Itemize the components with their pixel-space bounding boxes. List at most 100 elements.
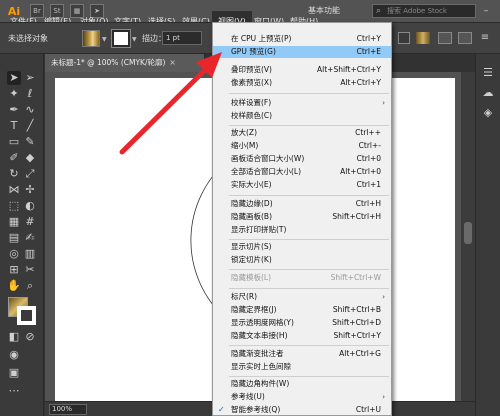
menu-item-show-live-paint-gaps[interactable]: 显示实时上色间隙 (213, 361, 391, 373)
none-color-icon[interactable]: ⊘ (23, 330, 37, 344)
menu-item-lock-slices[interactable]: 锁定切片(K) (213, 254, 391, 266)
mesh-icon[interactable]: # (23, 215, 37, 229)
selection-tool-icon[interactable]: ➤ (7, 71, 21, 85)
menu-separator (229, 288, 389, 289)
menu-item-guides[interactable]: 参考线(U) › (213, 391, 391, 403)
scrollbar-thumb[interactable] (464, 222, 472, 244)
close-icon[interactable]: × (169, 58, 175, 67)
menu-separator (229, 269, 389, 270)
direct-selection-tool-icon[interactable]: ➢ (23, 71, 37, 85)
menu-bar: Ai Br St ▦ ➤ 文件(F) 编辑(E) 对象(O) 文字(T) 选择(… (0, 0, 500, 33)
menu-item-smart-guides[interactable]: ✓ 智能参考线(Q) Ctrl+U (213, 404, 391, 416)
chevron-down-icon[interactable]: ▼ (102, 36, 108, 43)
width-icon[interactable]: ⋈ (7, 183, 21, 197)
menu-separator (229, 239, 389, 240)
curvature-icon[interactable]: ∿ (23, 103, 37, 117)
properties-icon[interactable]: ☰ (481, 66, 495, 80)
menu-item-hide-edges[interactable]: 隐藏边缘(D) Ctrl+H (213, 198, 391, 210)
panel-dock: ☰ ☁ ◈ (475, 54, 500, 416)
layers-icon[interactable]: ◈ (481, 106, 495, 120)
menu-item-show-slices[interactable]: 显示切片(S) (213, 241, 391, 253)
scale-icon[interactable]: ⤢ (23, 167, 37, 181)
menu-item-fit-artboard[interactable]: 画板适合窗口大小(W) Ctrl+0 (213, 153, 391, 165)
menu-item-zoom-out[interactable]: 缩小(M) Ctrl+- (213, 140, 391, 152)
menu-item-actual-size[interactable]: 实际大小(E) Ctrl+1 (213, 179, 391, 191)
stroke-color-swatch[interactable] (17, 306, 36, 325)
column-graph-icon[interactable]: ▥ (23, 247, 37, 261)
menu-item-rulers[interactable]: 标尺(R) › (213, 291, 391, 303)
menu-separator (229, 195, 389, 196)
fill-stroke-control[interactable] (8, 297, 36, 325)
shaper-icon[interactable]: ✐ (7, 151, 21, 165)
checkmark-icon: ✓ (218, 405, 225, 414)
menu-item-hide-text-threads[interactable]: 隐藏文本串接(H) Shift+Ctrl+Y (213, 330, 391, 342)
menu-item-show-print-tiling[interactable]: 显示打印拼贴(T) (213, 224, 391, 236)
pen-tool-icon[interactable]: ✒ (7, 103, 21, 117)
opacity-icon[interactable] (398, 32, 410, 44)
style-swatch-icon[interactable] (416, 32, 430, 44)
magic-wand-icon[interactable]: ✦ (7, 87, 21, 101)
workspace-switcher[interactable]: 基本功能 (308, 3, 340, 19)
menu-item-hide-artboards[interactable]: 隐藏画板(B) Shift+Ctrl+H (213, 211, 391, 223)
zoom-level-field[interactable]: 100% (49, 404, 87, 415)
chevron-down-icon[interactable]: ▼ (132, 36, 138, 43)
lasso-icon[interactable]: ℓ (23, 87, 37, 101)
menu-separator (229, 125, 389, 126)
preferences-icon[interactable] (458, 32, 472, 44)
libraries-icon[interactable]: ☁ (481, 86, 495, 100)
chevron-right-icon: › (382, 293, 385, 301)
menu-item-hide-bounding-box[interactable]: 隐藏定界框(J) Shift+Ctrl+B (213, 304, 391, 316)
menu-separator (229, 93, 389, 94)
slice-icon[interactable]: ✂ (23, 263, 37, 277)
menu-item-hide-corner-widget[interactable]: 隐藏边角构件(W) (213, 378, 391, 390)
document-tab[interactable]: 未标题-1* @ 100% (CMYK/轮廓) × (45, 54, 205, 72)
menu-separator (229, 376, 389, 377)
hand-icon[interactable]: ✋ (7, 279, 21, 293)
free-transform-icon[interactable]: ⬚ (7, 199, 21, 213)
illustrator-window: Ai Br St ▦ ➤ 文件(F) 编辑(E) 对象(O) 文字(T) 选择(… (0, 0, 500, 416)
fill-swatch[interactable] (82, 30, 100, 47)
stock-search-input[interactable]: 搜索 Adobe Stock (372, 4, 476, 18)
document-title: 未标题-1* @ 100% (CMYK/轮廓) (51, 58, 166, 67)
type-tool-icon[interactable]: T (7, 119, 21, 133)
menu-item-fit-all[interactable]: 全部适合窗口大小(L) Alt+Ctrl+0 (213, 166, 391, 178)
menu-separator (229, 345, 389, 346)
menu-item-show-transparency-grid[interactable]: 显示透明度网格(Y) Shift+Ctrl+D (213, 317, 391, 329)
menu-item-proof-colors[interactable]: 校样颜色(C) (213, 110, 391, 122)
rectangle-tool-icon[interactable]: ▭ (7, 135, 21, 149)
stroke-weight-input[interactable]: 1 pt (162, 31, 202, 45)
minimize-icon[interactable]: – (478, 0, 494, 22)
view-menu-dropdown: 在 CPU 上预览(P) Ctrl+Y GPU 预览(G) Ctrl+E 叠印预览(… (212, 22, 392, 416)
gradient-icon[interactable]: ▤ (7, 231, 21, 245)
line-tool-icon[interactable]: ╱ (23, 119, 37, 133)
chevron-right-icon: › (382, 99, 385, 107)
paintbrush-icon[interactable]: ✎ (23, 135, 37, 149)
menu-item-proof-setup[interactable]: 校样设置(F) › (213, 97, 391, 109)
screen-mode-icon[interactable]: ▣ (7, 366, 21, 380)
color-mode-icon[interactable]: ◧ (7, 330, 21, 344)
blend-icon[interactable]: ◎ (7, 247, 21, 261)
panel-menu-icon[interactable]: ≡ (478, 32, 492, 44)
zoom-icon[interactable]: ⌕ (23, 279, 37, 293)
puppet-warp-icon[interactable]: ✢ (23, 183, 37, 197)
eraser-icon[interactable]: ◆ (23, 151, 37, 165)
perspective-grid-icon[interactable]: ▦ (7, 215, 21, 229)
draw-mode-icon[interactable]: ◉ (7, 348, 21, 362)
vertical-scrollbar[interactable] (461, 72, 475, 401)
chevron-right-icon: › (382, 393, 385, 401)
stroke-swatch[interactable] (111, 29, 131, 48)
menu-item-hide-gradient-annotator[interactable]: 隐藏渐变批注者 Alt+Ctrl+G (213, 348, 391, 360)
menu-item-zoom-in[interactable]: 放大(Z) Ctrl++ (213, 127, 391, 139)
artboard-icon[interactable]: ⊞ (7, 263, 21, 277)
shape-builder-icon[interactable]: ◐ (23, 199, 37, 213)
menu-item-pixel-preview[interactable]: 像素预览(X) Alt+Ctrl+Y (213, 77, 391, 89)
menu-item-cpu-preview[interactable]: 在 CPU 上预览(P) Ctrl+Y (213, 33, 391, 45)
eyedropper-icon[interactable]: ✍ (23, 231, 37, 245)
more-tools-icon[interactable]: ⋯ (7, 384, 21, 398)
no-selection-label: 未选择对象 (8, 34, 48, 43)
rotate-icon[interactable]: ↻ (7, 167, 21, 181)
menu-item-hide-template: 隐藏模板(L) Shift+Ctrl+W (231, 273, 381, 282)
document-setup-icon[interactable] (438, 32, 452, 44)
menu-item-gpu-preview[interactable]: GPU 预览(G) Ctrl+E (213, 46, 391, 58)
menu-item-overprint-preview[interactable]: 叠印预览(V) Alt+Shift+Ctrl+Y (213, 64, 391, 76)
